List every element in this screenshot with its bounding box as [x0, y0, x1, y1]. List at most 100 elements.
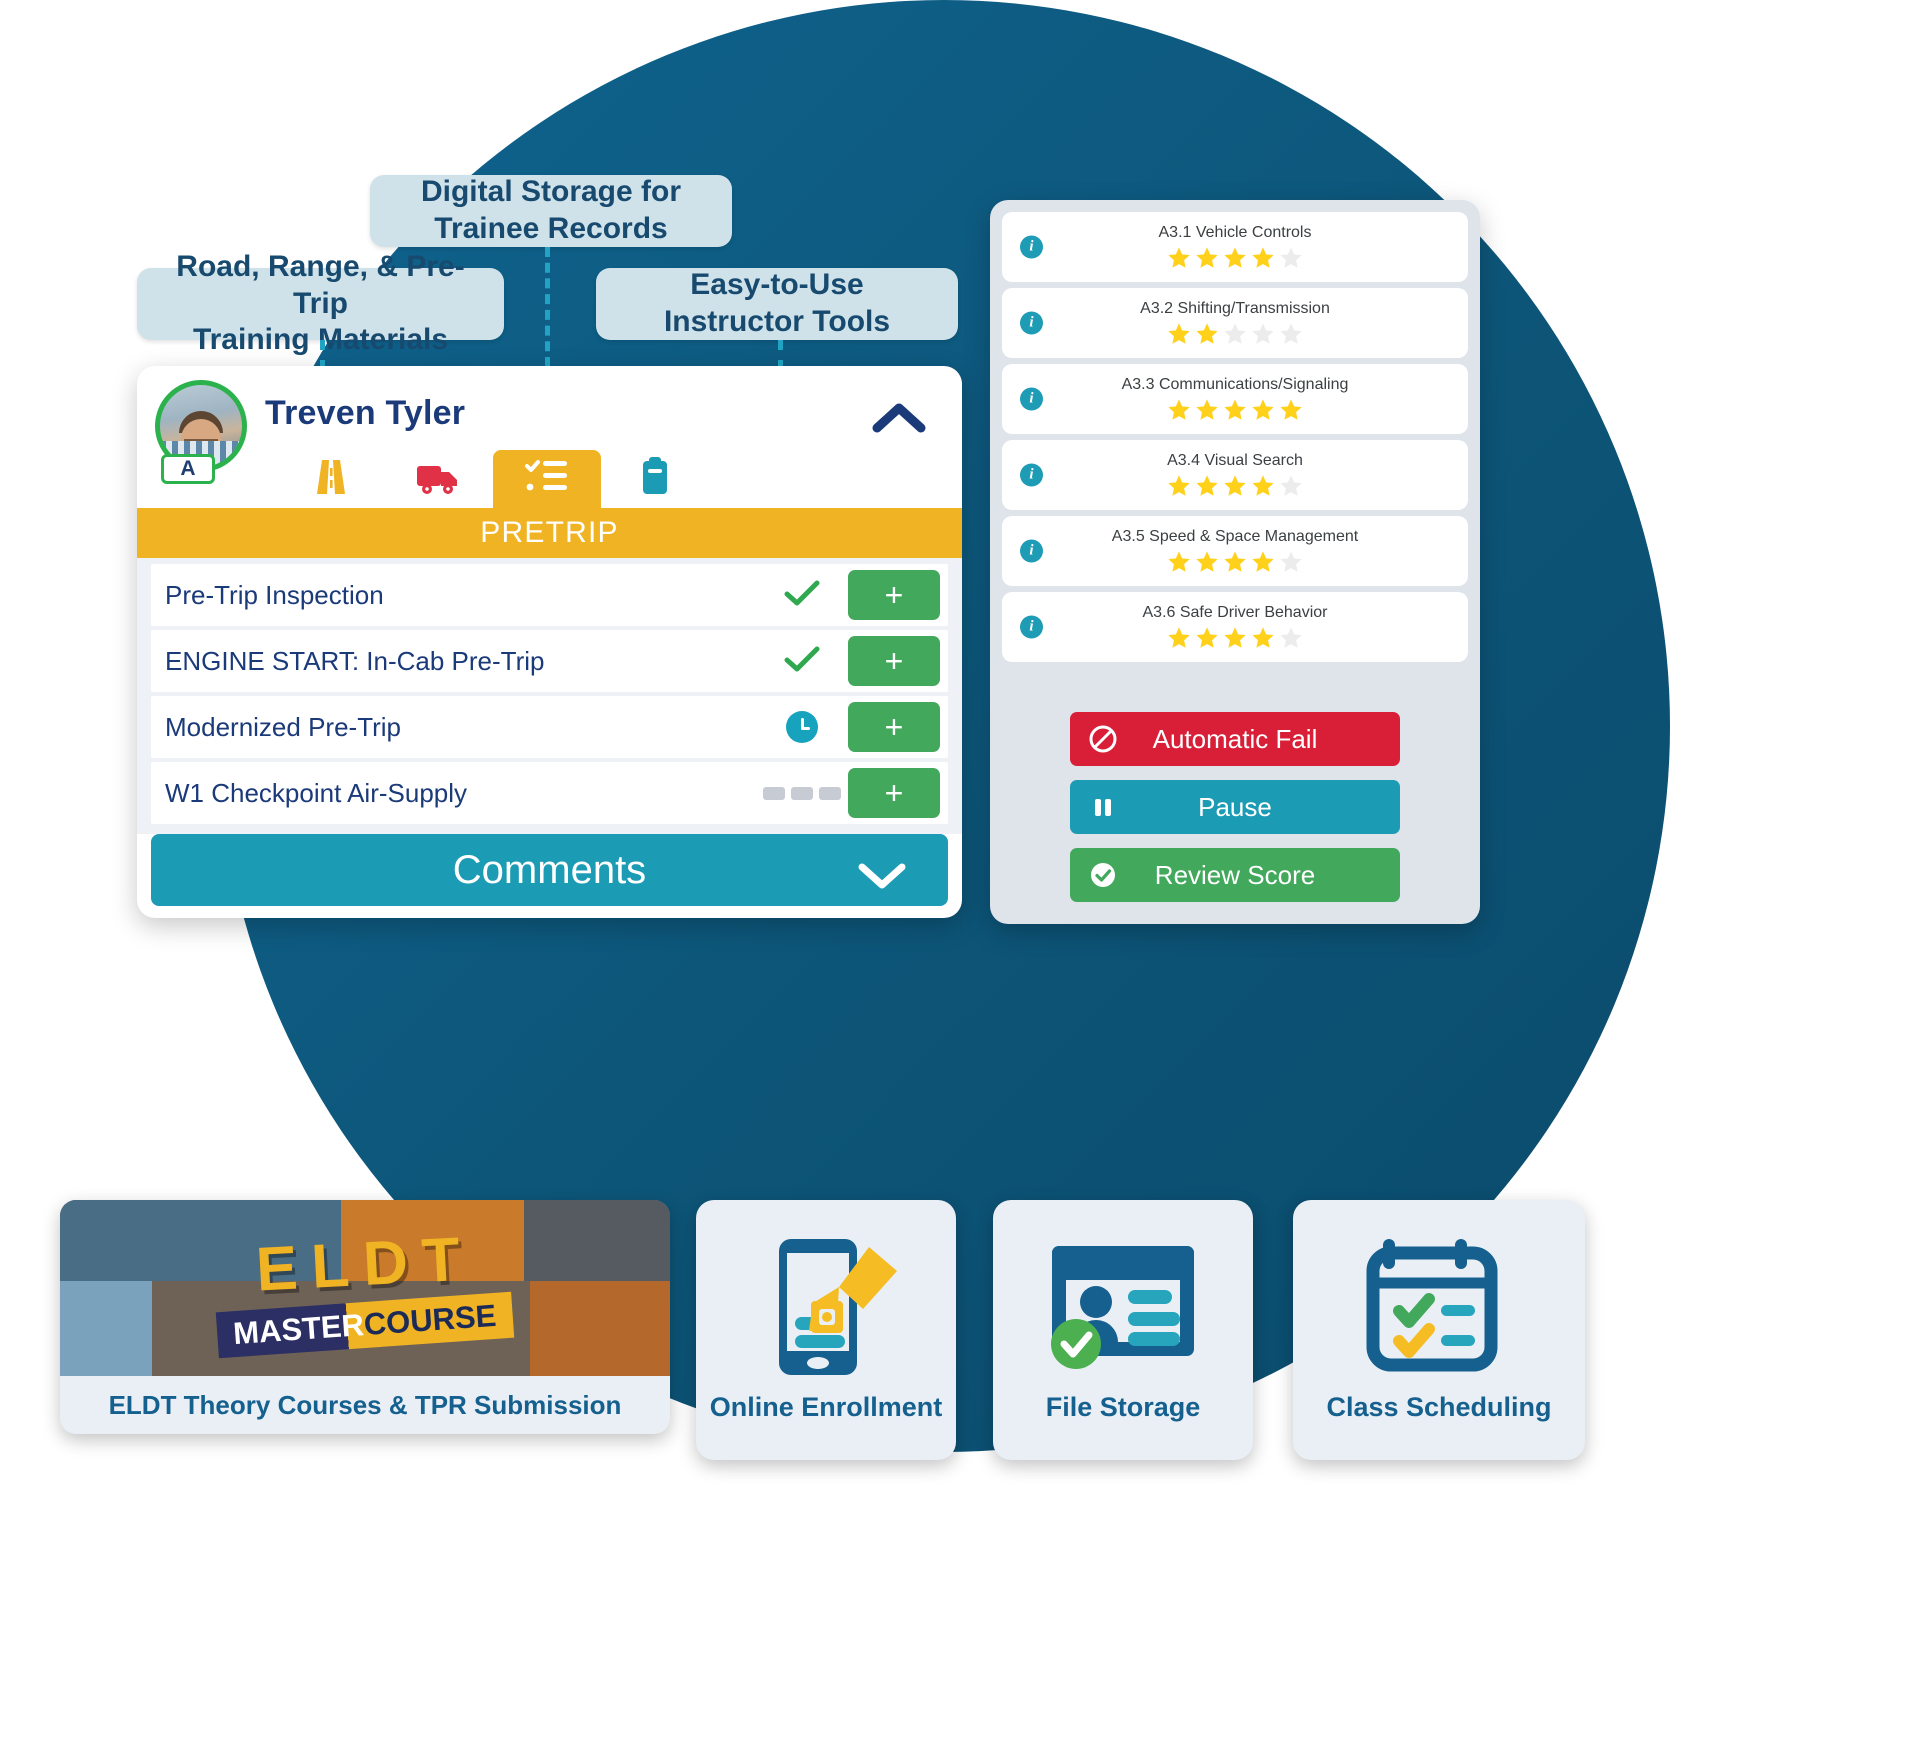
- star-icon[interactable]: [1194, 397, 1220, 423]
- callout-road-line1: Road, Range, & Pre-Trip: [176, 250, 465, 320]
- star-rating[interactable]: [1166, 245, 1304, 271]
- star-icon[interactable]: [1166, 549, 1192, 575]
- automatic-fail-button[interactable]: Automatic Fail: [1070, 712, 1400, 766]
- tab-clipboard[interactable]: [601, 450, 709, 508]
- star-icon[interactable]: [1222, 549, 1248, 575]
- table-row[interactable]: Pre-Trip Inspection +: [151, 564, 948, 626]
- star-rating[interactable]: [1166, 321, 1304, 347]
- star-icon[interactable]: [1250, 549, 1276, 575]
- star-icon[interactable]: [1194, 473, 1220, 499]
- star-icon[interactable]: [1250, 473, 1276, 499]
- trainee-name: Treven Tyler: [265, 394, 466, 432]
- star-icon[interactable]: [1250, 321, 1276, 347]
- eldt-thumbnail: ELDT MASTERCOURSE: [60, 1200, 670, 1376]
- star-icon[interactable]: [1250, 245, 1276, 271]
- star-rating[interactable]: [1166, 473, 1304, 499]
- task-status-pending: [756, 711, 848, 743]
- rating-label: A3.1 Vehicle Controls: [1158, 223, 1312, 241]
- table-row[interactable]: Modernized Pre-Trip +: [151, 696, 948, 758]
- feature-card-eldt[interactable]: ELDT MASTERCOURSE ELDT Theory Courses & …: [60, 1200, 670, 1434]
- rating-card[interactable]: i A3.4 Visual Search: [1002, 440, 1468, 510]
- table-row[interactable]: ENGINE START: In-Cab Pre-Trip +: [151, 630, 948, 692]
- connector-line-digital: [545, 247, 550, 367]
- star-rating[interactable]: [1166, 549, 1304, 575]
- star-icon[interactable]: [1250, 625, 1276, 651]
- info-icon[interactable]: i: [1020, 311, 1043, 335]
- star-icon[interactable]: [1166, 245, 1192, 271]
- pause-label: Pause: [1198, 791, 1272, 822]
- star-icon[interactable]: [1194, 245, 1220, 271]
- feature-card-class-caption: Class Scheduling: [1326, 1392, 1552, 1422]
- task-status-empty: [756, 786, 848, 800]
- info-icon[interactable]: i: [1020, 615, 1043, 639]
- star-icon[interactable]: [1166, 397, 1192, 423]
- star-icon[interactable]: [1278, 625, 1304, 651]
- check-icon: [784, 645, 820, 678]
- star-icon[interactable]: [1222, 473, 1248, 499]
- star-icon[interactable]: [1166, 625, 1192, 651]
- star-rating[interactable]: [1166, 397, 1304, 423]
- star-icon[interactable]: [1278, 321, 1304, 347]
- star-icon[interactable]: [1194, 625, 1220, 651]
- tab-bar: [137, 450, 962, 508]
- task-label: W1 Checkpoint Air-Supply: [165, 777, 468, 808]
- review-score-label: Review Score: [1154, 859, 1316, 890]
- chevron-up-icon[interactable]: [872, 400, 926, 436]
- clock-icon: [786, 711, 818, 743]
- section-title: PRETRIP: [137, 508, 962, 558]
- star-icon[interactable]: [1222, 397, 1248, 423]
- info-icon[interactable]: i: [1020, 235, 1043, 259]
- star-icon[interactable]: [1278, 473, 1304, 499]
- task-status-check: [756, 579, 848, 612]
- add-button[interactable]: +: [848, 768, 940, 818]
- rating-card[interactable]: i A3.5 Speed & Space Management: [1002, 516, 1468, 586]
- star-icon[interactable]: [1166, 473, 1192, 499]
- info-icon[interactable]: i: [1020, 387, 1043, 411]
- tab-checklist[interactable]: [493, 450, 601, 508]
- add-button[interactable]: +: [848, 702, 940, 752]
- automatic-fail-label: Automatic Fail: [1152, 723, 1318, 754]
- tab-road[interactable]: [277, 450, 385, 508]
- star-icon[interactable]: [1222, 245, 1248, 271]
- add-button[interactable]: +: [848, 570, 940, 620]
- feature-card-online-enrollment[interactable]: Online Enrollment: [696, 1200, 956, 1460]
- progress-dots-icon: [763, 786, 841, 800]
- rating-card[interactable]: i A3.2 Shifting/Transmission: [1002, 288, 1468, 358]
- info-icon[interactable]: i: [1020, 539, 1043, 563]
- grade-badge: A: [161, 454, 215, 484]
- infographic-stage: Digital Storage for Trainee Records Road…: [0, 0, 1920, 1738]
- star-icon[interactable]: [1250, 397, 1276, 423]
- table-row[interactable]: W1 Checkpoint Air-Supply +: [151, 762, 948, 824]
- rating-label: A3.6 Safe Driver Behavior: [1142, 603, 1328, 621]
- info-icon[interactable]: i: [1020, 463, 1043, 487]
- star-icon[interactable]: [1278, 397, 1304, 423]
- comments-button[interactable]: Comments: [151, 834, 948, 906]
- score-actions: Automatic Fail Pause Review Score: [1070, 712, 1400, 916]
- rating-card[interactable]: i A3.3 Communications/Signaling: [1002, 364, 1468, 434]
- rating-card[interactable]: i A3.6 Safe Driver Behavior: [1002, 592, 1468, 662]
- rating-card[interactable]: i A3.1 Vehicle Controls: [1002, 212, 1468, 282]
- star-icon[interactable]: [1166, 321, 1192, 347]
- pause-button[interactable]: Pause: [1070, 780, 1400, 834]
- calendar-checklist-icon: [1359, 1222, 1519, 1392]
- star-icon[interactable]: [1222, 321, 1248, 347]
- no-entry-icon: [1088, 724, 1118, 754]
- eldt-thumb-word: ELDT: [254, 1223, 476, 1305]
- check-circle-icon: [1088, 860, 1118, 890]
- tab-truck[interactable]: [385, 450, 493, 508]
- checklist-icon: [524, 456, 570, 503]
- feature-card-file-storage[interactable]: File Storage: [993, 1200, 1253, 1460]
- star-rating[interactable]: [1166, 625, 1304, 651]
- star-icon[interactable]: [1194, 549, 1220, 575]
- feature-card-class-scheduling[interactable]: Class Scheduling: [1293, 1200, 1585, 1460]
- review-score-button[interactable]: Review Score: [1070, 848, 1400, 902]
- star-icon[interactable]: [1194, 321, 1220, 347]
- eldt-thumb-sub-a: MASTER: [232, 1306, 366, 1351]
- callout-tools-line2: Instructor Tools: [663, 305, 891, 338]
- callout-tools-line1: Easy-to-Use: [690, 268, 864, 302]
- star-icon[interactable]: [1278, 549, 1304, 575]
- star-icon[interactable]: [1278, 245, 1304, 271]
- star-icon[interactable]: [1222, 625, 1248, 651]
- rating-label: A3.4 Visual Search: [1167, 451, 1303, 469]
- add-button[interactable]: +: [848, 636, 940, 686]
